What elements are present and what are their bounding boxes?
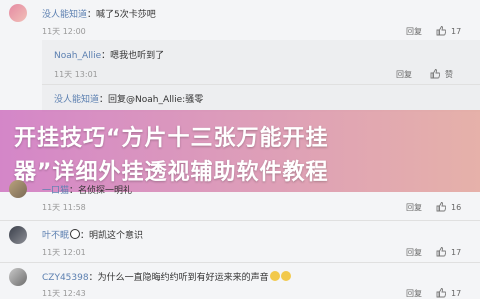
thumbs-up-icon: [430, 69, 440, 79]
like-button[interactable]: 17: [436, 288, 461, 298]
thumbs-up-icon: [436, 26, 446, 36]
username[interactable]: 没人能知道: [42, 10, 87, 20]
comment-timestamp: 11天 12:00: [42, 27, 86, 36]
comment-text: 喊了5次卡莎吧: [96, 10, 156, 20]
comment-user[interactable]: 叶不眠 ：明凯这个意识: [42, 228, 143, 241]
avatar[interactable]: [9, 4, 27, 22]
reply-text: 回复@Noah_Allie:骚零: [108, 95, 204, 105]
reply-user[interactable]: 没人能知道：回复@Noah_Allie:骚零: [54, 92, 203, 105]
thumbs-up-icon: [436, 247, 446, 257]
comment-timestamp: 11天 11:58: [42, 203, 86, 212]
like-count: 16: [451, 203, 462, 212]
like-button[interactable]: 17: [436, 247, 461, 257]
reply-item: Noah_Allie：嗯我也听到了 11天 13:01 回复 赞: [0, 40, 480, 80]
reply-text: 嗯我也听到了: [110, 51, 165, 61]
comment-timestamp: 11天 12:43: [42, 289, 86, 298]
laughing-emoji-icon: [280, 271, 291, 281]
like-label: 赞: [445, 70, 453, 79]
reply-button[interactable]: 回复: [396, 69, 412, 80]
username[interactable]: Noah_Allie: [54, 51, 101, 61]
comment-text: 为什么一直隐晦约约听到有好运来来的声音: [97, 273, 269, 283]
like-count: 17: [451, 27, 462, 36]
avatar[interactable]: [9, 268, 27, 286]
comment-item: CZY45398：为什么一直隐晦约约听到有好运来来的声音 11天 12:43 回…: [0, 264, 480, 299]
comment-text: 明凯这个意识: [89, 231, 144, 241]
comment-item: 叶不眠 ：明凯这个意识 11天 12:01 回复 17: [0, 222, 480, 262]
like-button[interactable]: 16: [436, 202, 461, 212]
divider: [0, 262, 480, 263]
comment-item: 没人能知道：喊了5次卡莎吧 11天 12:00 回复 17: [0, 0, 480, 40]
username[interactable]: 一口猫: [42, 186, 69, 196]
comment-timestamp: 11天 12:01: [42, 248, 86, 257]
reply-user[interactable]: Noah_Allie：嗯我也听到了: [54, 48, 164, 61]
like-count: 17: [451, 289, 462, 298]
panda-emoji-icon: [70, 229, 81, 239]
reply-button[interactable]: 回复: [406, 202, 422, 213]
comment-item: 一口猫：名侦探一明礼 11天 11:58 回复 16: [0, 178, 480, 218]
divider: [0, 220, 480, 221]
divider: [42, 84, 480, 85]
banner-line-1: 开挂技巧“方片十三张万能开挂: [14, 126, 329, 151]
reply-button[interactable]: 回复: [406, 247, 422, 258]
thumbs-up-icon: [436, 202, 446, 212]
comment-text: 名侦探一明礼: [78, 186, 133, 196]
username[interactable]: CZY45398: [42, 273, 89, 283]
avatar[interactable]: [9, 180, 27, 198]
comment-user[interactable]: 一口猫：名侦探一明礼: [42, 183, 132, 196]
comment-feed: 没人能知道：喊了5次卡莎吧 11天 12:00 回复 17 Noah_Allie…: [0, 0, 480, 299]
username[interactable]: 没人能知道: [54, 95, 99, 105]
reply-button[interactable]: 回复: [406, 26, 422, 37]
laughing-emoji-icon: [269, 271, 280, 281]
like-count: 17: [451, 248, 462, 257]
comment-user[interactable]: CZY45398：为什么一直隐晦约约听到有好运来来的声音: [42, 270, 291, 283]
like-button[interactable]: 17: [436, 26, 461, 36]
reply-timestamp: 11天 13:01: [54, 70, 98, 79]
comment-user[interactable]: 没人能知道：喊了5次卡莎吧: [42, 7, 156, 20]
avatar[interactable]: [9, 226, 27, 244]
like-button[interactable]: 赞: [430, 69, 453, 80]
username[interactable]: 叶不眠: [42, 231, 69, 241]
reply-button[interactable]: 回复: [406, 288, 422, 299]
thumbs-up-icon: [436, 288, 446, 298]
reply-item: 没人能知道：回复@Noah_Allie:骚零: [0, 86, 480, 110]
